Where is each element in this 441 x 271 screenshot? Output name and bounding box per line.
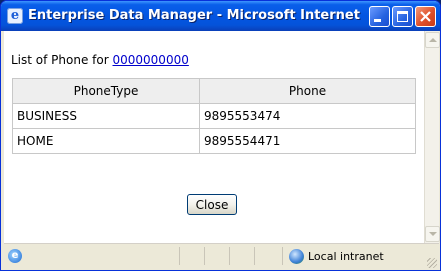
close-button[interactable]: Close [187, 194, 237, 215]
phone-number-cell: 9895554471 [199, 128, 416, 154]
status-divider [229, 247, 230, 265]
close-icon [420, 11, 431, 22]
maximize-button[interactable] [392, 6, 413, 27]
page-heading: List of Phone for 0000000000 [11, 53, 189, 67]
security-zone-label: Local intranet [308, 250, 384, 263]
window-close-button[interactable] [415, 6, 436, 27]
table-row: HOME 9895554471 [12, 128, 416, 154]
resize-grip[interactable] [427, 258, 437, 268]
browser-popup-window: e Enterprise Data Manager - Microsoft In… [0, 0, 441, 271]
page-icon: e [8, 249, 22, 263]
page-content: List of Phone for 0000000000 PhoneType P… [4, 31, 424, 243]
minimize-button[interactable] [369, 6, 390, 27]
column-header-phonetype: PhoneType [12, 78, 200, 104]
globe-icon [289, 249, 304, 264]
arrow-down-icon [429, 232, 437, 236]
status-bar: e Local intranet [4, 243, 439, 270]
title-bar[interactable]: e Enterprise Data Manager - Microsoft In… [1, 1, 440, 31]
column-header-phone: Phone [199, 78, 416, 104]
table-row: BUSINESS 9895553474 [12, 103, 416, 129]
ie-icon[interactable]: e [7, 8, 23, 24]
phone-type-cell: BUSINESS [12, 103, 200, 129]
status-divider [282, 247, 283, 265]
status-divider [179, 247, 180, 265]
phone-type-cell: HOME [12, 128, 200, 154]
arrow-up-icon [429, 38, 437, 42]
status-divider [204, 247, 205, 265]
maximize-icon [397, 11, 408, 22]
minimize-icon [374, 19, 381, 22]
record-id-link[interactable]: 0000000000 [113, 53, 189, 67]
status-divider [254, 247, 255, 265]
window-title: Enterprise Data Manager - Microsoft Inte… [28, 8, 363, 23]
scroll-down-button[interactable] [425, 226, 440, 242]
heading-text: List of Phone for [11, 53, 109, 67]
phone-table: PhoneType Phone BUSINESS 9895553474 HOME… [12, 78, 416, 154]
phone-number-cell: 9895553474 [199, 103, 416, 129]
table-header-row: PhoneType Phone [12, 78, 416, 104]
vertical-scrollbar[interactable] [424, 31, 440, 243]
scroll-up-button[interactable] [425, 32, 440, 48]
